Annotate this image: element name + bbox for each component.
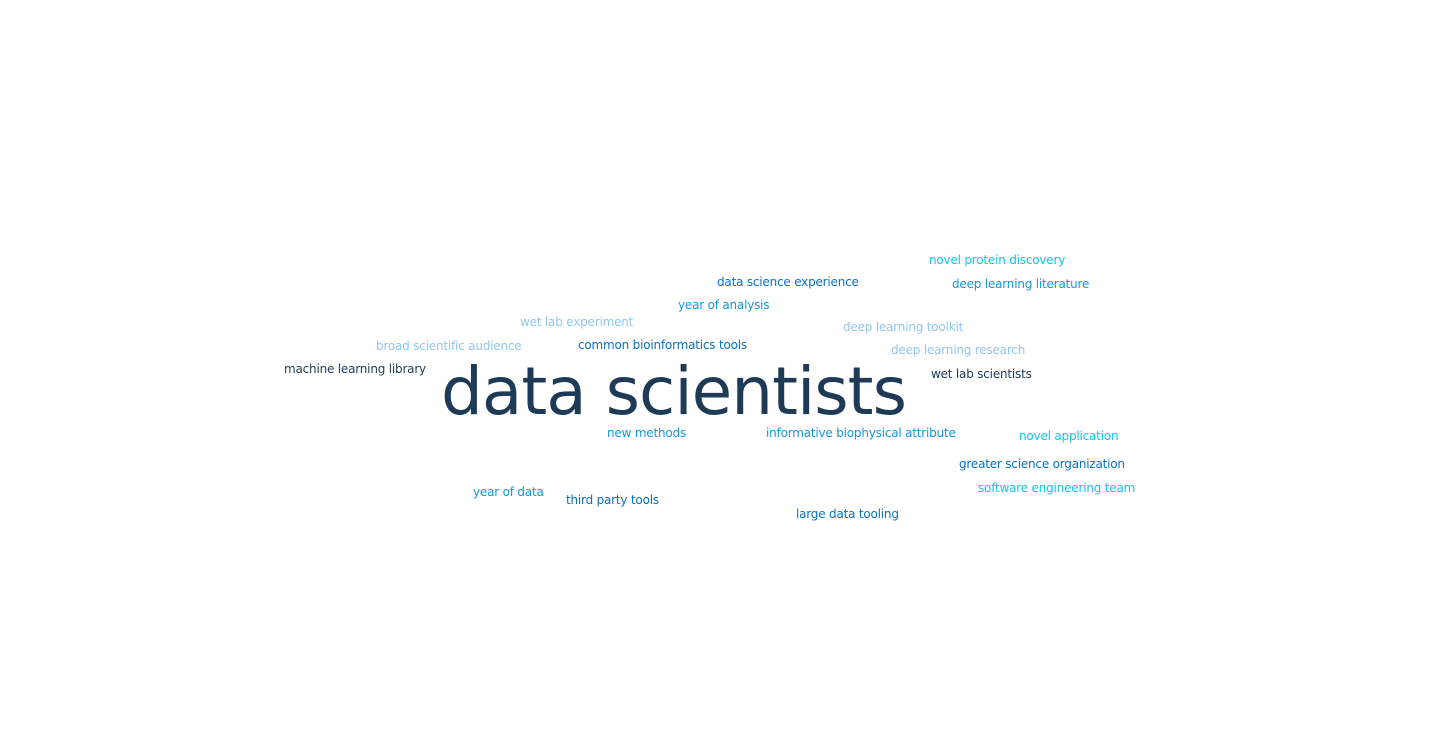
term-year-of-analysis[interactable]: year of analysis [678,297,770,313]
term-large-data-tooling[interactable]: large data tooling [796,506,899,522]
term-software-engineering-team[interactable]: software engineering team [978,480,1135,496]
term-informative-biophysical-attribute[interactable]: informative biophysical attribute [766,425,956,441]
term-wet-lab-experiment[interactable]: wet lab experiment [520,314,633,330]
term-deep-learning-research[interactable]: deep learning research [891,342,1025,358]
term-year-of-data[interactable]: year of data [473,484,544,500]
word-cloud: novel protein discovery data science exp… [0,0,1440,746]
term-novel-protein-discovery[interactable]: novel protein discovery [929,252,1065,268]
term-data-science-experience[interactable]: data science experience [717,274,859,290]
term-machine-learning-library[interactable]: machine learning library [284,361,426,377]
term-third-party-tools[interactable]: third party tools [566,492,659,508]
term-common-bioinformatics-tools[interactable]: common bioinformatics tools [578,337,747,353]
term-broad-scientific-audience[interactable]: broad scientific audience [376,338,522,354]
term-deep-learning-toolkit[interactable]: deep learning toolkit [843,319,963,335]
term-new-methods[interactable]: new methods [607,425,686,441]
term-greater-science-organization[interactable]: greater science organization [959,456,1125,472]
term-wet-lab-scientists[interactable]: wet lab scientists [931,366,1032,382]
term-data-scientists[interactable]: data scientists [441,355,907,429]
term-novel-application[interactable]: novel application [1019,428,1119,444]
term-deep-learning-literature[interactable]: deep learning literature [952,276,1089,292]
